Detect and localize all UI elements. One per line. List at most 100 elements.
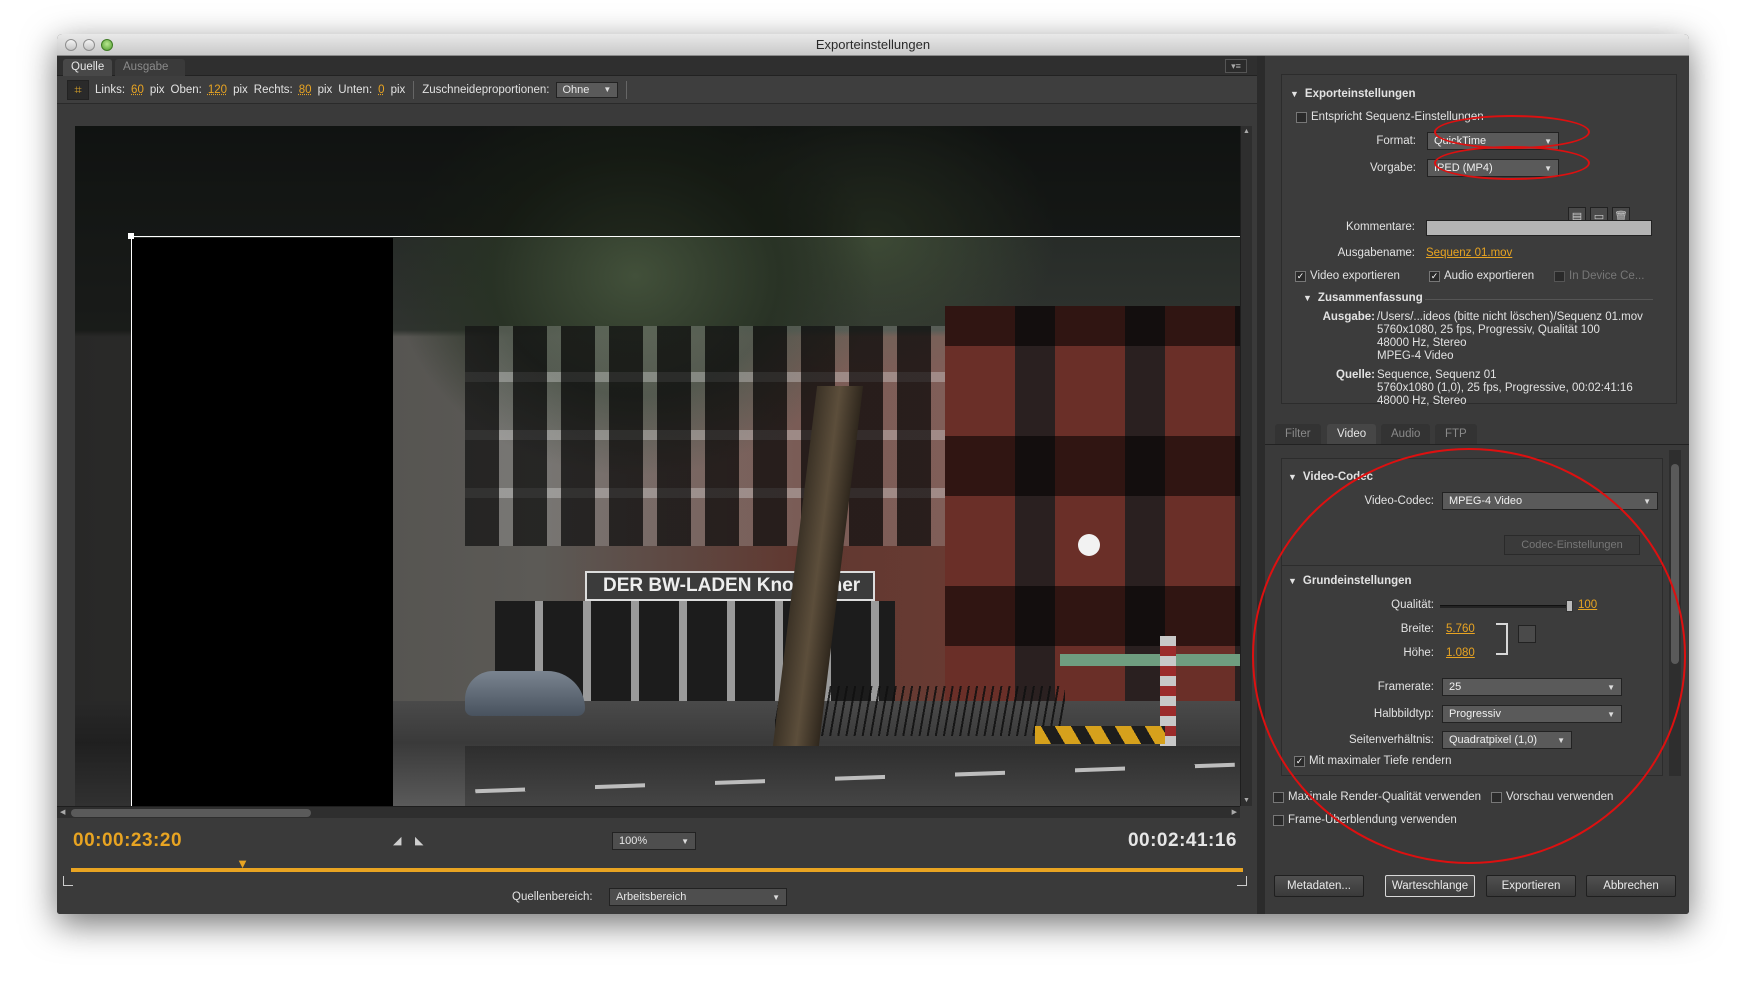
frame-building-windows xyxy=(465,326,945,546)
video-codec-select[interactable]: MPEG-4 Video ▼ xyxy=(1442,492,1658,510)
crop-bottom-value[interactable]: 0 xyxy=(378,84,384,96)
tab-ftp[interactable]: FTP xyxy=(1435,424,1477,444)
checkbox-checked-icon[interactable]: ✓ xyxy=(1429,270,1440,282)
crop-top-value[interactable]: 120 xyxy=(208,84,227,96)
zoom-window-button[interactable] xyxy=(101,39,113,51)
max-render-quality-checkbox[interactable]: Maximale Render-Qualität verwenden xyxy=(1273,791,1481,803)
chevron-down-icon: ▼ xyxy=(1544,136,1552,146)
minimize-window-button[interactable] xyxy=(83,39,95,51)
set-out-point-icon[interactable]: ◣ xyxy=(415,834,423,847)
output-name-link[interactable]: Sequenz 01.mov xyxy=(1426,247,1512,259)
summary-output-line-3: 48000 Hz, Stereo xyxy=(1377,337,1467,349)
current-timecode[interactable]: 00:00:23:20 xyxy=(73,830,182,852)
basic-settings-header[interactable]: ▼ Grundeinstellungen xyxy=(1288,575,1412,587)
source-tabs: Quelle Ausgabe ▾≡ xyxy=(57,56,1257,76)
crop-proportions-select[interactable]: Ohne ▼ xyxy=(555,81,619,98)
close-window-button[interactable] xyxy=(65,39,77,51)
crop-proportions-value: Ohne xyxy=(562,83,590,96)
disclosure-triangle-icon[interactable]: ▼ xyxy=(1288,472,1297,482)
crop-mask-left xyxy=(75,236,131,806)
metadata-button[interactable]: Metadaten... xyxy=(1274,875,1364,897)
format-select[interactable]: QuickTime ▼ xyxy=(1427,132,1559,150)
preview-viewer[interactable]: DER BW-LADEN Kno...echer xyxy=(75,126,1240,806)
horizontal-scroll-thumb[interactable] xyxy=(71,809,311,817)
export-audio-checkbox[interactable]: ✓ Audio exportieren xyxy=(1429,270,1534,282)
settings-vertical-scrollbar[interactable] xyxy=(1669,450,1681,776)
cancel-button[interactable]: Abbrechen xyxy=(1586,875,1676,897)
constrain-proportions-button[interactable] xyxy=(1518,625,1536,643)
field-type-select[interactable]: Progressiv ▼ xyxy=(1442,705,1622,723)
frame-blend-checkbox[interactable]: Frame-Überblendung verwenden xyxy=(1273,814,1457,826)
checkbox-checked-icon[interactable]: ✓ xyxy=(1295,270,1306,282)
scroll-down-icon[interactable]: ▼ xyxy=(1243,797,1250,804)
export-button[interactable]: Exportieren xyxy=(1486,875,1576,897)
crop-proportions-label: Zuschneideproportionen: xyxy=(422,83,550,96)
aspect-ratio-select[interactable]: Quadratpixel (1,0) ▼ xyxy=(1442,731,1572,749)
crop-boundary-left[interactable] xyxy=(131,236,132,806)
tab-ausgabe[interactable]: Ausgabe xyxy=(115,59,185,76)
checkbox-icon[interactable] xyxy=(1491,791,1502,803)
width-label: Breite: xyxy=(1400,623,1434,635)
quality-slider[interactable] xyxy=(1440,605,1570,608)
match-sequence-checkbox[interactable]: Entspricht Sequenz-Einstellungen xyxy=(1296,111,1484,123)
summary-header-text: Zusammenfassung xyxy=(1317,292,1423,304)
tab-quelle[interactable]: Quelle xyxy=(63,59,113,76)
checkbox-icon[interactable] xyxy=(1273,814,1284,826)
scroll-left-icon[interactable]: ◀ xyxy=(60,808,65,816)
checkbox-icon[interactable] xyxy=(1273,791,1284,803)
chevron-down-icon: ▼ xyxy=(681,836,689,846)
work-area-end-handle[interactable] xyxy=(1237,876,1247,886)
quality-slider-knob[interactable] xyxy=(1566,600,1573,612)
frame-brick-building xyxy=(945,306,1240,736)
disclosure-triangle-icon[interactable]: ▼ xyxy=(1303,293,1312,303)
crop-right-value[interactable]: 80 xyxy=(299,84,312,96)
settings-scroll-thumb[interactable] xyxy=(1671,464,1679,664)
queue-button[interactable]: Warteschlange xyxy=(1385,875,1475,897)
video-codec-header[interactable]: ▼ Video-Codec xyxy=(1288,471,1373,483)
tab-audio[interactable]: Audio xyxy=(1381,424,1431,444)
work-area-start-handle[interactable] xyxy=(63,876,73,886)
output-name-label: Ausgabename: xyxy=(1337,247,1415,259)
source-range-select[interactable]: Arbeitsbereich ▼ xyxy=(609,888,787,906)
window-title: Exporteinstellungen xyxy=(815,37,931,52)
zoom-level-select[interactable]: 100% ▼ xyxy=(612,832,696,850)
frame-street xyxy=(465,746,1240,806)
crop-left-value[interactable]: 60 xyxy=(131,84,144,96)
device-central-label: In Device Ce... xyxy=(1569,270,1645,282)
summary-header[interactable]: ▼ Zusammenfassung xyxy=(1303,292,1423,304)
height-value[interactable]: 1.080 xyxy=(1446,647,1475,659)
chevron-down-icon: ▼ xyxy=(1544,163,1552,173)
pane-splitter[interactable] xyxy=(1257,56,1265,914)
scroll-right-icon[interactable]: ▶ xyxy=(1232,808,1237,816)
preset-select[interactable]: IPED (MP4) ▼ xyxy=(1427,159,1559,177)
checkbox-checked-icon[interactable]: ✓ xyxy=(1294,755,1305,767)
viewer-horizontal-scrollbar[interactable]: ◀ ▶ xyxy=(57,806,1240,818)
disclosure-triangle-icon[interactable]: ▼ xyxy=(1290,89,1299,99)
crop-corner-handle[interactable] xyxy=(128,233,134,239)
frame-green-pipe xyxy=(1060,654,1240,666)
disclosure-triangle-icon[interactable]: ▼ xyxy=(1288,576,1297,586)
chevron-down-icon: ▼ xyxy=(1643,496,1651,506)
use-preview-checkbox[interactable]: Vorschau verwenden xyxy=(1491,791,1613,803)
comments-input[interactable] xyxy=(1426,220,1652,236)
export-settings-header[interactable]: ▼ Exporteinstellungen xyxy=(1290,88,1415,100)
video-codec-header-text: Video-Codec xyxy=(1302,471,1373,483)
scroll-up-icon[interactable]: ▲ xyxy=(1243,128,1250,135)
crop-icon[interactable]: ⌗ xyxy=(67,79,89,100)
title-bar: Exporteinstellungen xyxy=(57,34,1689,56)
playhead-icon[interactable]: ▼ xyxy=(236,857,249,872)
quality-value[interactable]: 100 xyxy=(1578,599,1597,611)
viewer-vertical-scrollbar[interactable]: ▲ ▼ xyxy=(1240,126,1252,806)
framerate-select[interactable]: 25 ▼ xyxy=(1442,678,1622,696)
max-depth-checkbox[interactable]: ✓ Mit maximaler Tiefe rendern xyxy=(1294,755,1452,767)
panel-menu-icon[interactable]: ▾≡ xyxy=(1225,59,1247,73)
width-value[interactable]: 5.760 xyxy=(1446,623,1475,635)
set-in-point-icon[interactable]: ◢ xyxy=(393,834,401,847)
crop-left-unit: pix xyxy=(149,83,165,96)
export-video-checkbox[interactable]: ✓ Video exportieren xyxy=(1295,270,1400,282)
tab-filter[interactable]: Filter xyxy=(1275,424,1321,444)
checkbox-icon[interactable] xyxy=(1296,111,1307,123)
crop-boundary-top[interactable] xyxy=(131,236,1240,237)
aspect-ratio-label: Seitenverhältnis: xyxy=(1348,734,1434,746)
tab-video[interactable]: Video xyxy=(1327,424,1377,444)
